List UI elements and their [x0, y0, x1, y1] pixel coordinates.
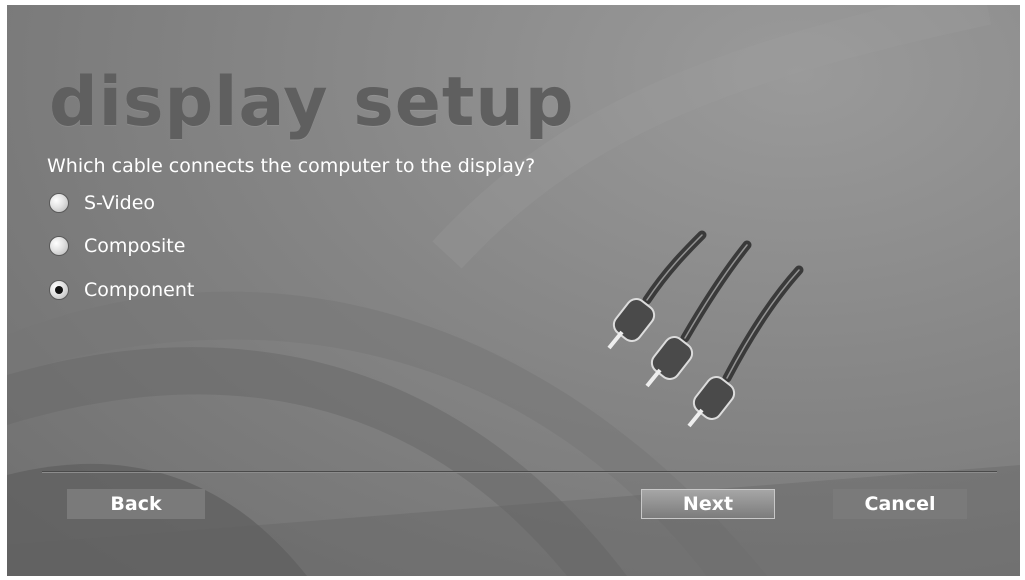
option-label: Component: [84, 279, 195, 301]
option-composite[interactable]: Composite: [49, 233, 185, 259]
option-s-video[interactable]: S-Video: [49, 190, 155, 216]
divider: [42, 471, 997, 473]
back-button[interactable]: Back: [67, 489, 205, 519]
option-label: S-Video: [84, 192, 156, 214]
component-cable-icon: [607, 230, 804, 428]
radio-button-selected[interactable]: [49, 280, 69, 300]
display-setup-screen: display setup Which cable connects the c…: [7, 5, 1020, 576]
next-button[interactable]: Next: [641, 489, 775, 519]
page-title: display setup: [49, 63, 575, 142]
setup-question: Which cable connects the computer to the…: [47, 155, 536, 177]
radio-button[interactable]: [49, 236, 69, 256]
radio-button[interactable]: [49, 193, 69, 213]
radio-dot: [55, 286, 63, 294]
option-component[interactable]: Component: [49, 277, 194, 303]
option-label: Composite: [84, 235, 186, 257]
cancel-button[interactable]: Cancel: [833, 489, 967, 519]
